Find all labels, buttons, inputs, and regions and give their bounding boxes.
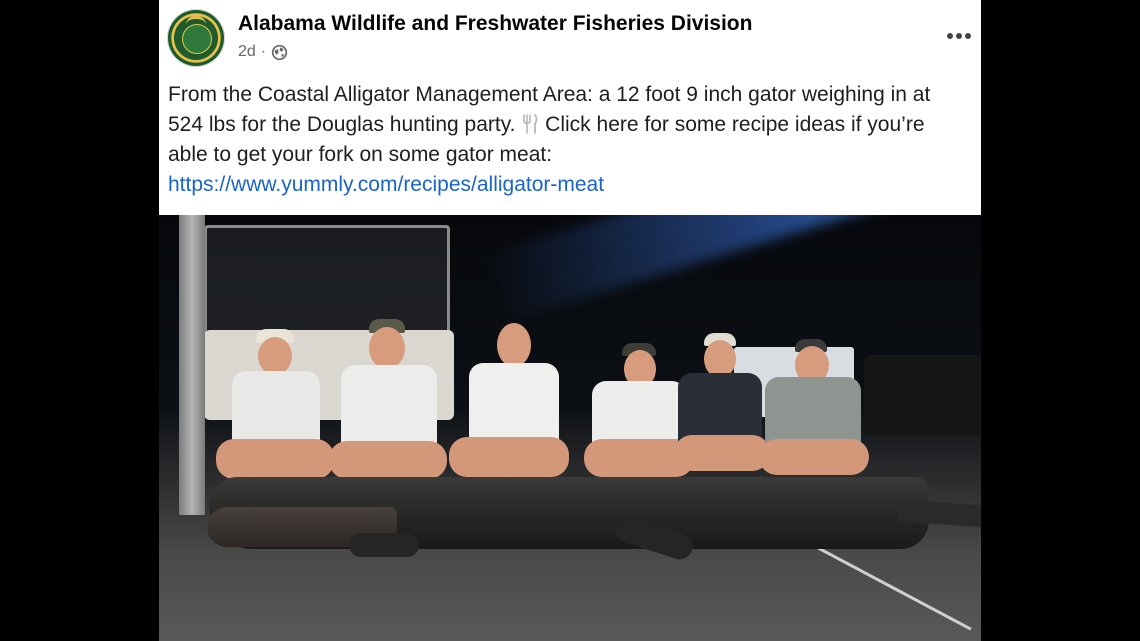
globe-icon <box>271 44 288 60</box>
page-avatar[interactable] <box>168 10 224 66</box>
light-beam <box>478 215 981 324</box>
caption-line: able to get your fork on some gator meat… <box>168 143 553 166</box>
hunter-3 <box>449 319 569 499</box>
hunter-legs <box>759 439 869 475</box>
more-options-icon[interactable] <box>944 24 974 48</box>
hunter-legs <box>216 439 334 479</box>
hunter-head <box>258 337 292 375</box>
seal-center <box>182 24 212 54</box>
pickup-truck <box>864 355 981 435</box>
hunter-shirt <box>341 365 437 453</box>
caption-text: Click here for some recipe ideas if you’… <box>539 113 925 136</box>
caption-line: From the Coastal Alligator Management Ar… <box>168 83 931 106</box>
recipe-link[interactable]: https://www.yummly.com/recipes/alligator… <box>168 173 604 196</box>
hunter-head <box>497 323 531 367</box>
hunter-legs <box>674 435 770 471</box>
post-photo[interactable] <box>159 215 981 641</box>
metal-pole <box>179 215 205 515</box>
caption-line: 524 lbs for the Douglas hunting party. C… <box>168 110 978 140</box>
hunter-2 <box>329 317 449 497</box>
post-meta: 2d · <box>238 43 288 61</box>
caption-text: 524 lbs for the Douglas hunting party. <box>168 113 522 136</box>
hunter-head <box>369 327 405 369</box>
more-dot <box>947 33 953 39</box>
alligator-front-leg <box>349 533 419 557</box>
hunter-legs <box>329 441 447 479</box>
more-dot <box>965 33 971 39</box>
meta-separator: · <box>260 43 267 60</box>
post-header: Alabama Wildlife and Freshwater Fisherie… <box>159 0 981 72</box>
page-name-link[interactable]: Alabama Wildlife and Freshwater Fisherie… <box>238 12 752 36</box>
post-timestamp[interactable]: 2d <box>238 43 256 61</box>
hunter-legs <box>449 437 569 477</box>
fork-and-knife-icon <box>523 114 538 134</box>
facebook-post: Alabama Wildlife and Freshwater Fisherie… <box>159 0 981 641</box>
more-dot <box>956 33 962 39</box>
post-caption: From the Coastal Alligator Management Ar… <box>168 80 978 200</box>
